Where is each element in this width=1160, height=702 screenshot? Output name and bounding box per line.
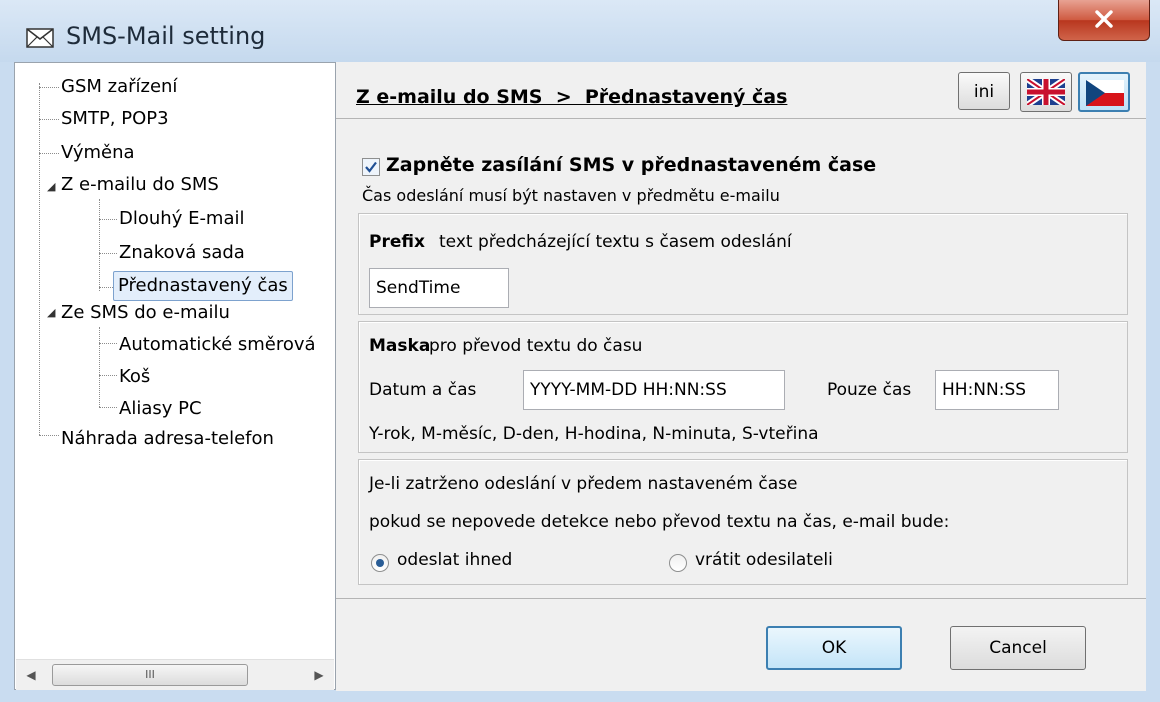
scrollbar-thumb[interactable]: III	[52, 664, 248, 686]
failure-line-2: pokud se nepovede detekce nebo převod te…	[369, 512, 950, 532]
send-immediately-radio[interactable]	[371, 554, 389, 572]
collapse-arrow-icon[interactable]: ◢	[47, 180, 55, 193]
tree-connector	[99, 219, 117, 220]
tree-item-nahrada-adresa-telefon[interactable]: Náhrada adresa-telefon	[61, 425, 274, 453]
time-only-label: Pouze čas	[827, 380, 912, 400]
ok-button[interactable]: OK	[766, 626, 902, 670]
enable-scheduled-sms-checkbox[interactable]	[362, 158, 380, 176]
dialog-client-area: ◢ ◢ GSM zařízení SMTP, POP3 Výměna Z e-m…	[14, 62, 1146, 691]
enable-scheduled-sms-label[interactable]: Zapněte zasílání SMS v přednastaveném ča…	[386, 154, 876, 176]
tree-connector	[99, 343, 117, 344]
ini-button[interactable]: ini	[958, 72, 1010, 110]
tree-item-email-to-sms[interactable]: Z e-mailu do SMS	[61, 171, 219, 199]
scroll-left-arrow-icon[interactable]: ◀	[18, 660, 44, 690]
mask-group: Maska pro převod textu do času Datum a č…	[358, 321, 1128, 453]
tree-connector	[99, 287, 113, 288]
tree-item-prednastaveny-cas[interactable]: Přednastavený čas	[113, 271, 293, 301]
datetime-label: Datum a čas	[369, 380, 477, 400]
prefix-group: Prefix text předcházející textu s časem …	[358, 213, 1128, 315]
tree-item-sms-to-email[interactable]: Ze SMS do e-mailu	[61, 299, 230, 327]
tree-item-vymena[interactable]: Výměna	[61, 139, 135, 167]
english-language-button[interactable]	[1020, 72, 1072, 112]
settings-tree[interactable]: ◢ ◢ GSM zařízení SMTP, POP3 Výměna Z e-m…	[14, 62, 336, 690]
tree-connector	[99, 327, 100, 407]
uk-flag-icon	[1027, 79, 1065, 105]
title-bar[interactable]: SMS-Mail setting	[0, 0, 1160, 62]
tree-item-dlouhy-email[interactable]: Dlouhý E-mail	[119, 205, 245, 233]
tree-connector	[39, 435, 59, 436]
tree-connector	[99, 407, 117, 408]
czech-flag-icon	[1086, 80, 1124, 106]
tree-item-automaticke-smerovani[interactable]: Automatické směrová	[119, 331, 316, 359]
cancel-button[interactable]: Cancel	[950, 626, 1086, 670]
tree-connector	[39, 83, 40, 435]
close-button[interactable]	[1058, 0, 1150, 41]
tree-item-znakova-sada[interactable]: Znaková sada	[119, 239, 245, 267]
mask-title: Maska	[369, 336, 431, 356]
failure-handling-group: Je-li zatrženo odeslání v předem nastave…	[358, 459, 1128, 585]
tree-connector	[39, 119, 59, 120]
failure-line-1: Je-li zatrženo odeslání v předem nastave…	[369, 474, 798, 494]
collapse-arrow-icon[interactable]: ◢	[47, 306, 55, 319]
tree-connector	[99, 199, 100, 291]
scroll-right-arrow-icon[interactable]: ▶	[306, 660, 332, 690]
datetime-mask-input[interactable]: YYYY-MM-DD HH:NN:SS	[523, 370, 785, 410]
settings-panel: Z e-mailu do SMS > Přednastavený čas ini	[336, 62, 1146, 691]
tree-connector	[39, 153, 59, 154]
prefix-input[interactable]: SendTime	[369, 268, 509, 308]
return-to-sender-radio[interactable]	[669, 554, 687, 572]
tree-connector	[99, 253, 117, 254]
tree-connector	[39, 87, 59, 88]
sms-mail-setting-window: SMS-Mail setting ◢ ◢ GSM zařízení SMTP, …	[0, 0, 1160, 702]
panel-header: Z e-mailu do SMS > Přednastavený čas ini	[336, 62, 1146, 119]
tree-horizontal-scrollbar[interactable]: ◀ III ▶	[16, 659, 334, 690]
return-to-sender-label[interactable]: vrátit odesilateli	[695, 550, 833, 570]
envelope-icon	[26, 28, 54, 48]
prefix-title: Prefix	[369, 232, 425, 252]
prefix-description: text předcházející textu s časem odeslán…	[439, 232, 792, 252]
tree-item-smtp-pop3[interactable]: SMTP, POP3	[61, 105, 169, 133]
tree-item-kos[interactable]: Koš	[119, 363, 150, 391]
send-time-note: Čas odeslání musí být nastaven v předmět…	[362, 186, 780, 205]
tree-connector	[99, 375, 117, 376]
mask-description: pro převod textu do času	[429, 336, 643, 356]
send-immediately-label[interactable]: odeslat ihned	[397, 550, 512, 570]
tree-item-gsm[interactable]: GSM zařízení	[61, 73, 177, 101]
czech-language-button[interactable]	[1078, 72, 1130, 112]
window-title: SMS-Mail setting	[66, 22, 266, 50]
mask-legend: Y-rok, M-měsíc, D-den, H-hodina, N-minut…	[369, 424, 819, 444]
checkmark-icon	[365, 161, 377, 173]
breadcrumb: Z e-mailu do SMS > Přednastavený čas	[356, 86, 788, 108]
close-icon	[1095, 10, 1113, 28]
time-mask-input[interactable]: HH:NN:SS	[935, 370, 1059, 410]
tree-item-aliasy-pc[interactable]: Aliasy PC	[119, 395, 202, 423]
